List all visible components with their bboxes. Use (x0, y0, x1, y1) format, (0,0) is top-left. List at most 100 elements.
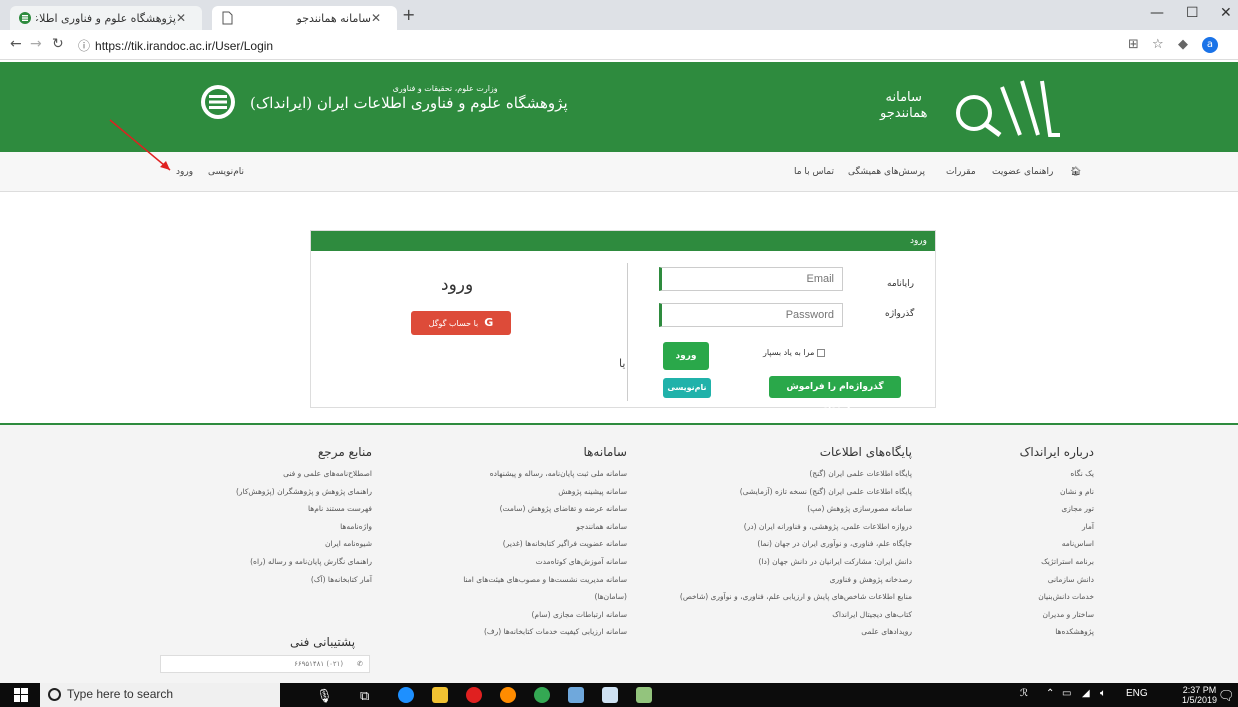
tab-title: پژوهشگاه علوم و فناوری اطلاعات ایران (36, 11, 176, 25)
language-indicator[interactable]: ENG (1126, 688, 1148, 699)
remember-me-checkbox[interactable]: مرا به یاد بسپار (763, 348, 826, 357)
footer-link[interactable]: دانش سازمانی (934, 571, 1094, 589)
footer-link[interactable]: سامانه پیشینه پژوهش (407, 483, 627, 501)
footer-link[interactable]: اصطلاح‌نامه‌های علمی و فنی (172, 465, 372, 483)
ministry-name: وزارت علوم، تحقیقات و فناوری (392, 84, 498, 93)
footer-link[interactable]: راهنمای نگارش پایان‌نامه و رساله (راه) (172, 553, 372, 571)
google-login-button[interactable]: Gبا حساب گوگل (411, 311, 511, 335)
footer-link[interactable]: ساختار و مدیران (934, 606, 1094, 624)
app-icon[interactable] (568, 687, 584, 703)
main-nav: 🏠︎ راهنمای عضویت مقررات پرسش‌های همیشگی … (0, 152, 1238, 192)
footer-link[interactable]: سامانه ارزیابی کیفیت خدمات کتابخانه‌ها (… (407, 623, 627, 641)
new-tab-icon[interactable]: + (402, 5, 415, 24)
clock[interactable]: 2:37 PM 1/5/2019 (1182, 685, 1217, 705)
footer-link[interactable]: شیوه‌نامه ایران (172, 535, 372, 553)
footer-link[interactable]: دروازه اطلاعات علمی، پژوهشی، و فناورانه … (652, 518, 912, 536)
profile-avatar[interactable]: a (1202, 37, 1218, 53)
file-explorer-icon[interactable] (432, 687, 448, 703)
footer-link[interactable]: راهنمای پژوهش و پژوهشگران (پژوهش‌کار) (172, 483, 372, 501)
google-g-icon: G (484, 316, 494, 329)
people-icon[interactable]: ℛ (1020, 688, 1028, 699)
volume-icon[interactable]: 🔈︎ (1100, 688, 1106, 699)
footer-link[interactable]: سامانه عرضه و تقاضای پژوهش (سامت) (407, 500, 627, 518)
battery-icon[interactable]: ▭ (1062, 688, 1071, 699)
footer-link[interactable]: سامانه مصورسازی پژوهش (مپ) (652, 500, 912, 518)
nav-register[interactable]: نام‌نویسی (208, 167, 244, 177)
phone-icon: ✆ (357, 660, 363, 668)
footer-link[interactable]: خدمات دانش‌بنیان (934, 588, 1094, 606)
nav-contact[interactable]: تماس با ما (794, 167, 834, 177)
divider (627, 263, 628, 401)
close-tab-icon[interactable]: ✕ (176, 11, 186, 25)
tab-hamanandjoo[interactable]: ✕ سامانه همانندجو (212, 6, 397, 30)
footer-link[interactable]: رویدادهای علمی (652, 623, 912, 641)
footer-link[interactable]: کتاب‌های دیجیتال ایرانداک (652, 606, 912, 624)
footer-col-references: منابع مرجع اصطلاح‌نامه‌های علمی و فنی را… (172, 445, 372, 588)
footer-link[interactable]: اساس‌نامه (934, 535, 1094, 553)
edge-icon[interactable] (398, 687, 414, 703)
home-icon[interactable]: 🏠︎ (1070, 167, 1081, 177)
footer-link[interactable]: پایگاه اطلاعات علمی ایران (گنج) نسخه تاز… (652, 483, 912, 501)
tab-irandoc[interactable]: ✕ پژوهشگاه علوم و فناوری اطلاعات ایران (10, 6, 202, 30)
close-window-icon[interactable]: ✕ (1220, 5, 1232, 21)
footer-link[interactable]: سامانه آموزش‌های کوتاه‌مدت (407, 553, 627, 571)
forgot-password-button[interactable]: گذرواژه‌ام را فراموش کرده‌ام. (769, 376, 901, 414)
tray-chevron-icon[interactable]: ⌃ (1046, 688, 1054, 699)
close-tab-icon[interactable]: ✕ (371, 11, 381, 25)
footer-link[interactable]: آمار (934, 518, 1094, 536)
footer-link[interactable]: واژه‌نامه‌ها (172, 518, 372, 536)
bookmark-star-icon[interactable]: ☆ (1152, 37, 1164, 52)
footer-link[interactable]: یک نگاه (934, 465, 1094, 483)
footer-link[interactable]: سامانه همانندجو (407, 518, 627, 536)
footer-link[interactable]: جایگاه علم، فناوری، و نوآوری ایران در جه… (652, 535, 912, 553)
footer-link[interactable]: رصدخانه پژوهش و فناوری (652, 571, 912, 589)
register-button[interactable]: نام‌نویسی (663, 378, 711, 398)
footer-link[interactable]: فهرست مستند نام‌ها (172, 500, 372, 518)
footer-link[interactable]: آمار کتابخانه‌ها (آک) (172, 571, 372, 589)
footer-link[interactable]: سامانه مدیریت نشست‌ها و مصوب‌های هیئت‌ها… (407, 571, 627, 589)
maximize-icon[interactable]: ☐ (1186, 5, 1199, 21)
irandoc-favicon-icon (19, 12, 31, 24)
footer-link[interactable]: پژوهشکده‌ها (934, 623, 1094, 641)
email-field[interactable] (659, 267, 843, 291)
login-panel: ورود رایانامه گذرواژه مرا به یاد بسپار و… (310, 230, 936, 414)
translate-icon[interactable]: ⊞ (1128, 37, 1139, 52)
url-field[interactable]: ⓘ https://tik.irandoc.ac.ir/User/Login (78, 37, 273, 54)
extension-icon[interactable]: ◆ (1178, 37, 1188, 52)
site-banner: وزارت علوم، تحقیقات و فناوری پژوهشگاه عل… (0, 62, 1238, 152)
task-view-icon[interactable]: ⧉ (360, 688, 369, 704)
opera-icon[interactable] (466, 687, 482, 703)
nav-rules[interactable]: مقررات (946, 167, 976, 177)
password-field[interactable] (659, 303, 843, 327)
windows-start-icon[interactable] (14, 688, 28, 702)
reload-icon[interactable]: ↻ (52, 36, 64, 52)
notifications-icon[interactable]: 🗨︎ (1218, 688, 1235, 704)
minimize-icon[interactable]: — (1150, 5, 1164, 21)
nav-membership-guide[interactable]: راهنمای عضویت (992, 167, 1053, 177)
footer-link[interactable]: (سامان‌ها) (407, 588, 627, 606)
login-submit-button[interactable]: ورود (663, 342, 709, 370)
annotation-arrow (109, 119, 171, 171)
footer-link[interactable]: منابع اطلاعات شاخص‌های پایش و ارزیابی عل… (652, 588, 912, 606)
photos-icon[interactable] (602, 687, 618, 703)
footer-link[interactable]: تور مجازی (934, 500, 1094, 518)
checkbox-icon[interactable] (817, 348, 826, 357)
paint-icon[interactable] (636, 687, 652, 703)
nav-faq[interactable]: پرسش‌های همیشگی (848, 167, 925, 177)
firefox-icon[interactable] (500, 687, 516, 703)
footer-link[interactable]: پایگاه اطلاعات علمی ایران (گنج) (652, 465, 912, 483)
footer-link[interactable]: سامانه عضویت فراگیر کتابخانه‌ها (غدیر) (407, 535, 627, 553)
taskbar-search-input[interactable]: Type here to search (40, 683, 280, 707)
wifi-icon[interactable]: ◢ (1082, 688, 1090, 699)
windows-taskbar: Type here to search 🎙︎ ⧉ ℛ ⌃ ▭ ◢ 🔈︎ ENG … (0, 683, 1238, 707)
chrome-icon[interactable] (534, 687, 550, 703)
footer-link[interactable]: دانش ایران: مشارکت ایرانیان در دانش جهان… (652, 553, 912, 571)
back-icon[interactable]: ← (10, 36, 22, 52)
footer-link[interactable]: نام و نشان (934, 483, 1094, 501)
info-icon[interactable]: ⓘ (78, 39, 90, 53)
footer-link[interactable]: برنامه استراتژیک (934, 553, 1094, 571)
forward-icon[interactable]: → (30, 36, 42, 52)
footer-link[interactable]: سامانه ملی ثبت پایان‌نامه، رساله و پیشنه… (407, 465, 627, 483)
microphone-icon[interactable]: 🎙︎ (316, 688, 333, 704)
footer-link[interactable]: سامانه ارتباطات مجازی (سام) (407, 606, 628, 624)
